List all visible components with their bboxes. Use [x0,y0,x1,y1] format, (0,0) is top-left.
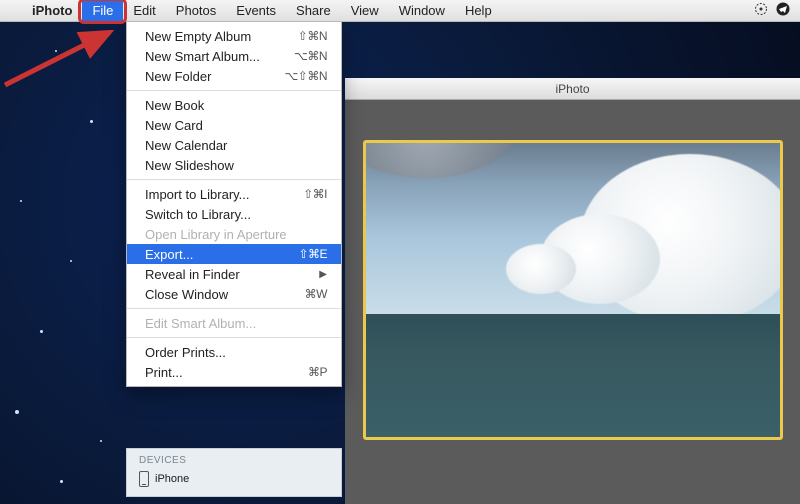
status-icon-2[interactable] [772,2,794,19]
menu-window[interactable]: Window [389,0,455,22]
menu-item-label: Switch to Library... [145,207,327,222]
menu-photos[interactable]: Photos [166,0,226,22]
menu-edit[interactable]: Edit [123,0,165,22]
window-titlebar[interactable]: iPhoto [345,78,800,100]
menu-separator [127,337,341,338]
menu-item-label: Export... [145,247,298,262]
window-content [345,100,800,504]
telegram-icon [776,2,790,16]
menu-item-shortcut: ⌥⇧⌘N [284,69,327,83]
iphoto-window: iPhoto [345,78,800,504]
annotation-highlight [78,0,127,24]
menubar: iPhoto FileEditPhotosEventsShareViewWind… [0,0,800,22]
menu-item-close-window[interactable]: Close Window⌘W [127,284,341,304]
menu-item-new-empty-album[interactable]: New Empty Album⇧⌘N [127,26,341,46]
menu-item-shortcut: ⌘P [308,365,327,379]
menu-item-label: New Smart Album... [145,49,294,64]
menu-separator [127,90,341,91]
menu-item-label: Reveal in Finder [145,267,313,282]
menu-item-label: New Calendar [145,138,327,153]
menu-events[interactable]: Events [226,0,286,22]
file-dropdown-menu: New Empty Album⇧⌘NNew Smart Album...⌥⌘NN… [126,22,342,387]
menu-item-label: New Slideshow [145,158,327,173]
sidebar-section-label: DEVICES [127,455,341,470]
window-title: iPhoto [555,82,589,96]
menu-item-import-to-library[interactable]: Import to Library...⇧⌘I [127,184,341,204]
menu-item-label: Print... [145,365,308,380]
menu-item-export[interactable]: Export...⇧⌘E [127,244,341,264]
menu-item-shortcut: ⇧⌘I [303,187,327,201]
menu-item-switch-to-library[interactable]: Switch to Library... [127,204,341,224]
menu-item-shortcut: ⇧⌘N [298,29,327,43]
menu-item-label: Order Prints... [145,345,327,360]
dashed-circle-icon [754,2,768,16]
menu-separator [127,308,341,309]
menu-item-label: New Folder [145,69,284,84]
menu-view[interactable]: View [341,0,389,22]
submenu-arrow-icon: ▶ [319,269,327,280]
selected-photo[interactable] [363,140,783,440]
menu-item-print[interactable]: Print...⌘P [127,362,341,382]
menu-item-shortcut: ⌥⌘N [294,49,327,63]
menu-item-label: New Card [145,118,327,133]
menu-item-new-book[interactable]: New Book [127,95,341,115]
menu-item-new-folder[interactable]: New Folder⌥⇧⌘N [127,66,341,86]
sidebar-item-iphone[interactable]: iPhone [127,470,341,488]
menu-help[interactable]: Help [455,0,502,22]
sidebar-devices-section: DEVICES iPhone [126,448,342,497]
annotation-arrow [0,30,120,90]
menu-item-label: Close Window [145,287,305,302]
menu-item-label: New Book [145,98,327,113]
sidebar-item-label: iPhone [155,473,189,485]
menu-item-shortcut: ⇧⌘E [298,247,327,261]
menu-item-label: Open Library in Aperture [145,227,327,242]
menu-item-new-card[interactable]: New Card [127,115,341,135]
menu-item-reveal-in-finder[interactable]: Reveal in Finder ▶ [127,264,341,284]
menu-item-label: Import to Library... [145,187,303,202]
phone-icon [139,471,149,487]
menu-item-new-calendar[interactable]: New Calendar [127,135,341,155]
status-icon-1[interactable] [750,2,772,19]
menu-item-shortcut: ⌘W [305,287,327,301]
menu-share[interactable]: Share [286,0,341,22]
menu-item-edit-smart-album: Edit Smart Album... [127,313,341,333]
app-name[interactable]: iPhoto [22,3,82,18]
menu-item-open-library-in-aperture: Open Library in Aperture [127,224,341,244]
menu-separator [127,179,341,180]
menu-item-new-slideshow[interactable]: New Slideshow [127,155,341,175]
menu-item-label: New Empty Album [145,29,298,44]
menu-file[interactable]: File [82,0,123,22]
menu-item-order-prints[interactable]: Order Prints... [127,342,341,362]
menu-item-new-smart-album[interactable]: New Smart Album...⌥⌘N [127,46,341,66]
menu-item-label: Edit Smart Album... [145,316,327,331]
